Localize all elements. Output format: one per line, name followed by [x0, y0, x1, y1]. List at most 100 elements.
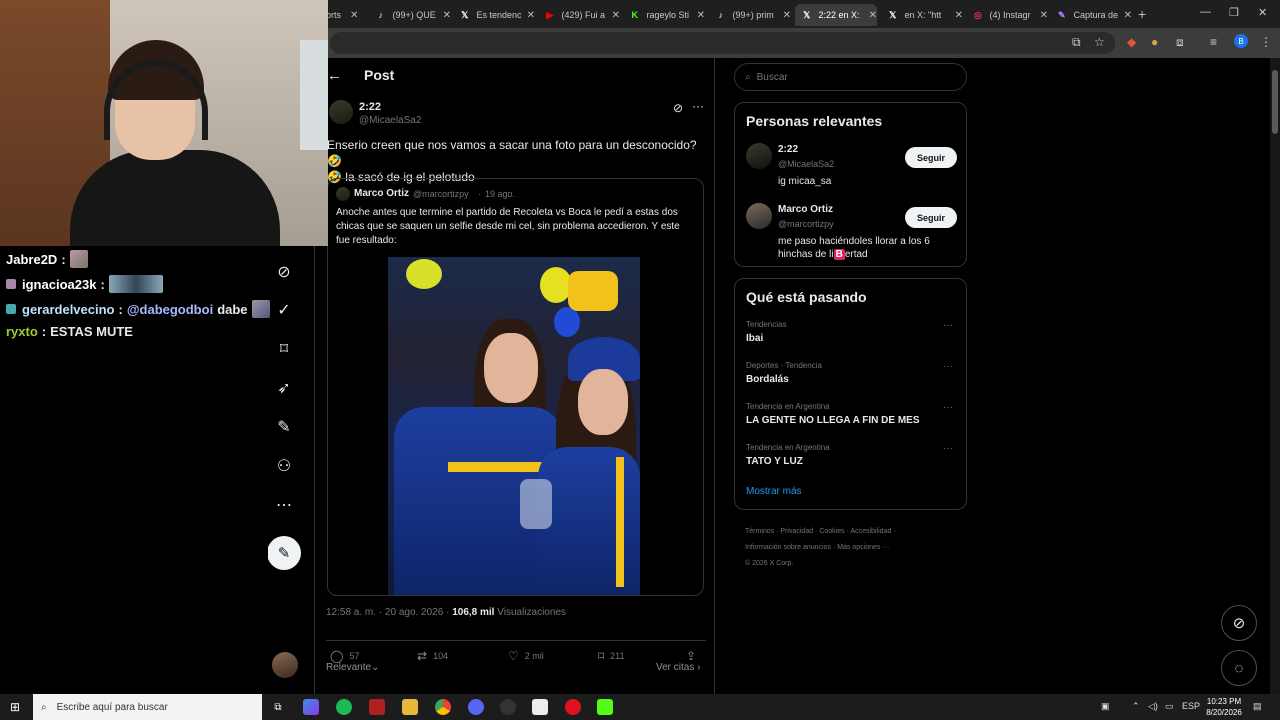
- page-scrollbar[interactable]: [1270, 58, 1280, 694]
- person-handle[interactable]: @MicaelaSa2: [778, 159, 834, 169]
- capcut-icon[interactable]: [532, 699, 548, 715]
- person-name[interactable]: 2:22: [778, 144, 798, 155]
- search-input[interactable]: ⌕ Buscar: [734, 63, 967, 91]
- trend-more-icon[interactable]: ···: [943, 361, 953, 372]
- back-arrow-icon[interactable]: ←: [327, 67, 342, 84]
- more-circle-icon[interactable]: ⋯: [272, 493, 296, 517]
- footer-link[interactable]: Términos: [745, 528, 774, 535]
- spotify-icon[interactable]: [336, 699, 352, 715]
- post-timestamp[interactable]: 12:58 a. m. · 20 ago. 2026 ·: [326, 607, 452, 618]
- browser-menu-icon[interactable]: ⋮: [1260, 35, 1272, 49]
- profile-avatar[interactable]: B: [1234, 34, 1248, 48]
- person-avatar[interactable]: [746, 203, 772, 229]
- view-quotes-link[interactable]: Ver citas ›: [656, 662, 700, 673]
- sort-replies-dropdown[interactable]: Relevante⌄: [326, 662, 379, 673]
- author-avatar[interactable]: [329, 100, 353, 124]
- close-tab-icon[interactable]: ✕: [443, 10, 451, 21]
- footer-link[interactable]: Más opciones ···: [837, 544, 889, 551]
- tray-chevron-up-icon[interactable]: ⌃: [1132, 701, 1140, 712]
- rocket-icon[interactable]: ➶: [272, 376, 296, 400]
- person-handle[interactable]: @marcortizpy: [778, 219, 834, 229]
- close-tab-icon[interactable]: ✕: [1124, 10, 1132, 21]
- close-tab-icon[interactable]: ✕: [612, 10, 620, 21]
- browser-tab[interactable]: 𝕏 2:22 en X: ✕: [795, 4, 877, 26]
- trend-name[interactable]: TATO Y LUZ: [746, 456, 803, 467]
- bookmark-icon[interactable]: ⌑: [272, 337, 296, 361]
- browser-tab[interactable]: ▶ (429) Fui a ✕: [538, 4, 620, 26]
- browser-tab[interactable]: 𝕏en X: "htt ✕: [881, 4, 963, 26]
- browser-tab[interactable]: ◎ (4) Instagr ✕: [966, 4, 1048, 26]
- like-button[interactable]: ♡ 2 mil: [508, 641, 544, 663]
- trend-more-icon[interactable]: ···: [943, 320, 953, 331]
- extension-icon[interactable]: ◆: [1127, 35, 1136, 49]
- grok-fab[interactable]: ⊘: [1221, 605, 1257, 641]
- close-tab-icon[interactable]: ✕: [1040, 10, 1048, 21]
- browser-tab[interactable]: ✎ Captura de ✕: [1050, 4, 1132, 26]
- footer-link[interactable]: Cookies: [819, 528, 844, 535]
- taskbar-search-input[interactable]: ⌕ Escribe aquí para buscar: [33, 694, 262, 720]
- windows-start-icon[interactable]: ⊞: [10, 700, 20, 714]
- more-options-icon[interactable]: ···: [692, 99, 704, 113]
- minimize-window-icon[interactable]: —: [1200, 6, 1211, 18]
- footer-link[interactable]: Accesibilidad: [850, 528, 891, 535]
- bookmark-star-icon[interactable]: ☆: [1094, 35, 1105, 49]
- media-control-icon[interactable]: ≡: [1210, 35, 1217, 49]
- author-handle[interactable]: @MicaelaSa2: [359, 115, 421, 126]
- new-tab-button[interactable]: +: [1138, 6, 1146, 22]
- file-explorer-icon[interactable]: [402, 699, 418, 715]
- edit-list-icon[interactable]: ✎: [272, 415, 296, 439]
- taskbar-clock[interactable]: 10:23 PM 8/20/2026: [1200, 696, 1248, 718]
- follow-button[interactable]: Seguir: [905, 207, 957, 228]
- extension-icon[interactable]: ●: [1151, 35, 1158, 49]
- trend-name[interactable]: Ibai: [746, 333, 763, 344]
- trend-more-icon[interactable]: ···: [943, 443, 953, 454]
- trend-more-icon[interactable]: ···: [943, 402, 953, 413]
- follow-button[interactable]: Seguir: [905, 147, 957, 168]
- input-language[interactable]: ESP: [1182, 701, 1200, 711]
- quoted-post[interactable]: Marco Ortiz @marcortizpy · 19 ago. Anoch…: [327, 178, 704, 596]
- install-app-icon[interactable]: ⧉: [1072, 35, 1081, 50]
- browser-tab[interactable]: ♪ (99+) prim ✕: [709, 4, 792, 26]
- restore-window-icon[interactable]: ❐: [1229, 6, 1239, 19]
- close-tab-icon[interactable]: ✕: [869, 10, 877, 21]
- reply-button[interactable]: ◯ 57: [330, 641, 359, 663]
- task-view-icon[interactable]: ⧉: [270, 699, 286, 715]
- network-icon[interactable]: ▭: [1165, 701, 1174, 712]
- bookmark-button[interactable]: ⌑ 211: [598, 641, 625, 663]
- close-tab-icon[interactable]: ✕: [697, 10, 705, 21]
- grok-icon[interactable]: ⊘: [272, 260, 296, 284]
- browser-tab[interactable]: Krageylo Sti ✕: [623, 4, 706, 26]
- trend-name[interactable]: Bordalás: [746, 374, 789, 385]
- chrome-icon[interactable]: [435, 699, 451, 715]
- browser-tab[interactable]: ♪ (99+) QUE ✕: [369, 4, 452, 26]
- voicemeeter-icon[interactable]: [369, 699, 385, 715]
- close-tab-icon[interactable]: ✕: [955, 10, 963, 21]
- compose-post-button[interactable]: ✎: [267, 536, 301, 570]
- verified-icon[interactable]: ✓: [272, 298, 296, 322]
- scrollbar-thumb[interactable]: [1272, 70, 1278, 134]
- grok-explain-icon[interactable]: ⊘: [673, 101, 683, 115]
- close-tab-icon[interactable]: ✕: [350, 10, 358, 21]
- close-window-icon[interactable]: ✕: [1258, 6, 1267, 19]
- show-more-link[interactable]: Mostrar más: [746, 486, 802, 497]
- tray-app-icon[interactable]: ▣: [1101, 701, 1110, 712]
- account-avatar[interactable]: [272, 652, 298, 678]
- messages-fab[interactable]: ◌: [1221, 650, 1257, 686]
- author-name[interactable]: 2:22: [359, 101, 381, 113]
- close-tab-icon[interactable]: ✕: [527, 10, 535, 21]
- extensions-puzzle-icon[interactable]: ⧈: [1176, 35, 1184, 50]
- discord-icon[interactable]: [468, 699, 484, 715]
- notifications-icon[interactable]: ▤: [1253, 701, 1262, 712]
- person-avatar[interactable]: [746, 143, 772, 169]
- close-tab-icon[interactable]: ✕: [783, 10, 791, 21]
- share-button[interactable]: ⇪: [686, 641, 696, 663]
- post-photo[interactable]: [388, 257, 640, 595]
- footer-link[interactable]: Privacidad: [780, 528, 813, 535]
- opera-icon[interactable]: [565, 699, 581, 715]
- obs-icon[interactable]: [500, 699, 516, 715]
- copilot-icon[interactable]: [303, 699, 319, 715]
- address-bar[interactable]: [330, 32, 1115, 54]
- profile-icon[interactable]: ⚇: [272, 454, 296, 478]
- person-name[interactable]: Marco Ortiz: [778, 204, 833, 215]
- volume-icon[interactable]: ◁): [1148, 701, 1158, 712]
